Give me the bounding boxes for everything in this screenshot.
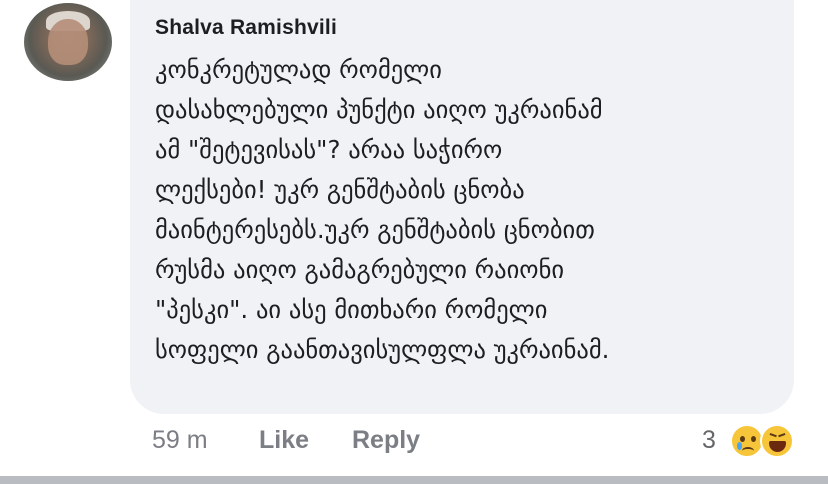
comment-line: "პესკი". აი ასე მითხარი რომელი xyxy=(155,295,548,324)
reply-button[interactable]: Reply xyxy=(352,426,420,455)
comment-line: რუსმა აიღო გამაგრებული რაიონი xyxy=(155,255,565,284)
haha-icon-eye xyxy=(778,432,787,442)
sad-icon-mouth xyxy=(742,447,754,455)
like-button[interactable]: Like xyxy=(259,426,309,455)
comment-author[interactable]: Shalva Ramishvili xyxy=(155,16,337,40)
sad-icon-eye xyxy=(751,436,756,442)
avatar-face xyxy=(48,19,88,65)
haha-icon xyxy=(760,424,794,458)
reactions-summary[interactable]: 3 xyxy=(702,424,812,460)
reaction-count: 3 xyxy=(702,426,716,454)
comment-line: ლექსები! უკრ გენშტაბის ცნობა xyxy=(155,175,525,204)
comment-line: ამ "შეტევისას"? არაა საჭირო xyxy=(155,135,503,164)
sad-icon-eye xyxy=(740,436,745,442)
comment-text: კონკრეტულად რომელი დასახლებული პუნქტი აი… xyxy=(155,50,785,370)
comment-line: კონკრეტულად რომელი xyxy=(155,55,442,84)
comment-line: მაინტერესებს.უკრ გენშტაბის ცნობით xyxy=(155,215,595,244)
comment-line: დასახლებული პუნქტი აიღო უკრაინამ xyxy=(155,95,603,124)
haha-icon-eye xyxy=(768,432,777,442)
sad-icon xyxy=(730,424,764,458)
comment-timestamp[interactable]: 59 m xyxy=(152,426,208,455)
sad-icon-tear xyxy=(737,442,742,450)
bottom-divider xyxy=(0,476,828,484)
haha-icon-mouth xyxy=(769,441,786,452)
avatar[interactable] xyxy=(24,3,112,81)
comment-line: სოფელი გაანთავისულფლა უკრაინამ. xyxy=(155,335,610,364)
